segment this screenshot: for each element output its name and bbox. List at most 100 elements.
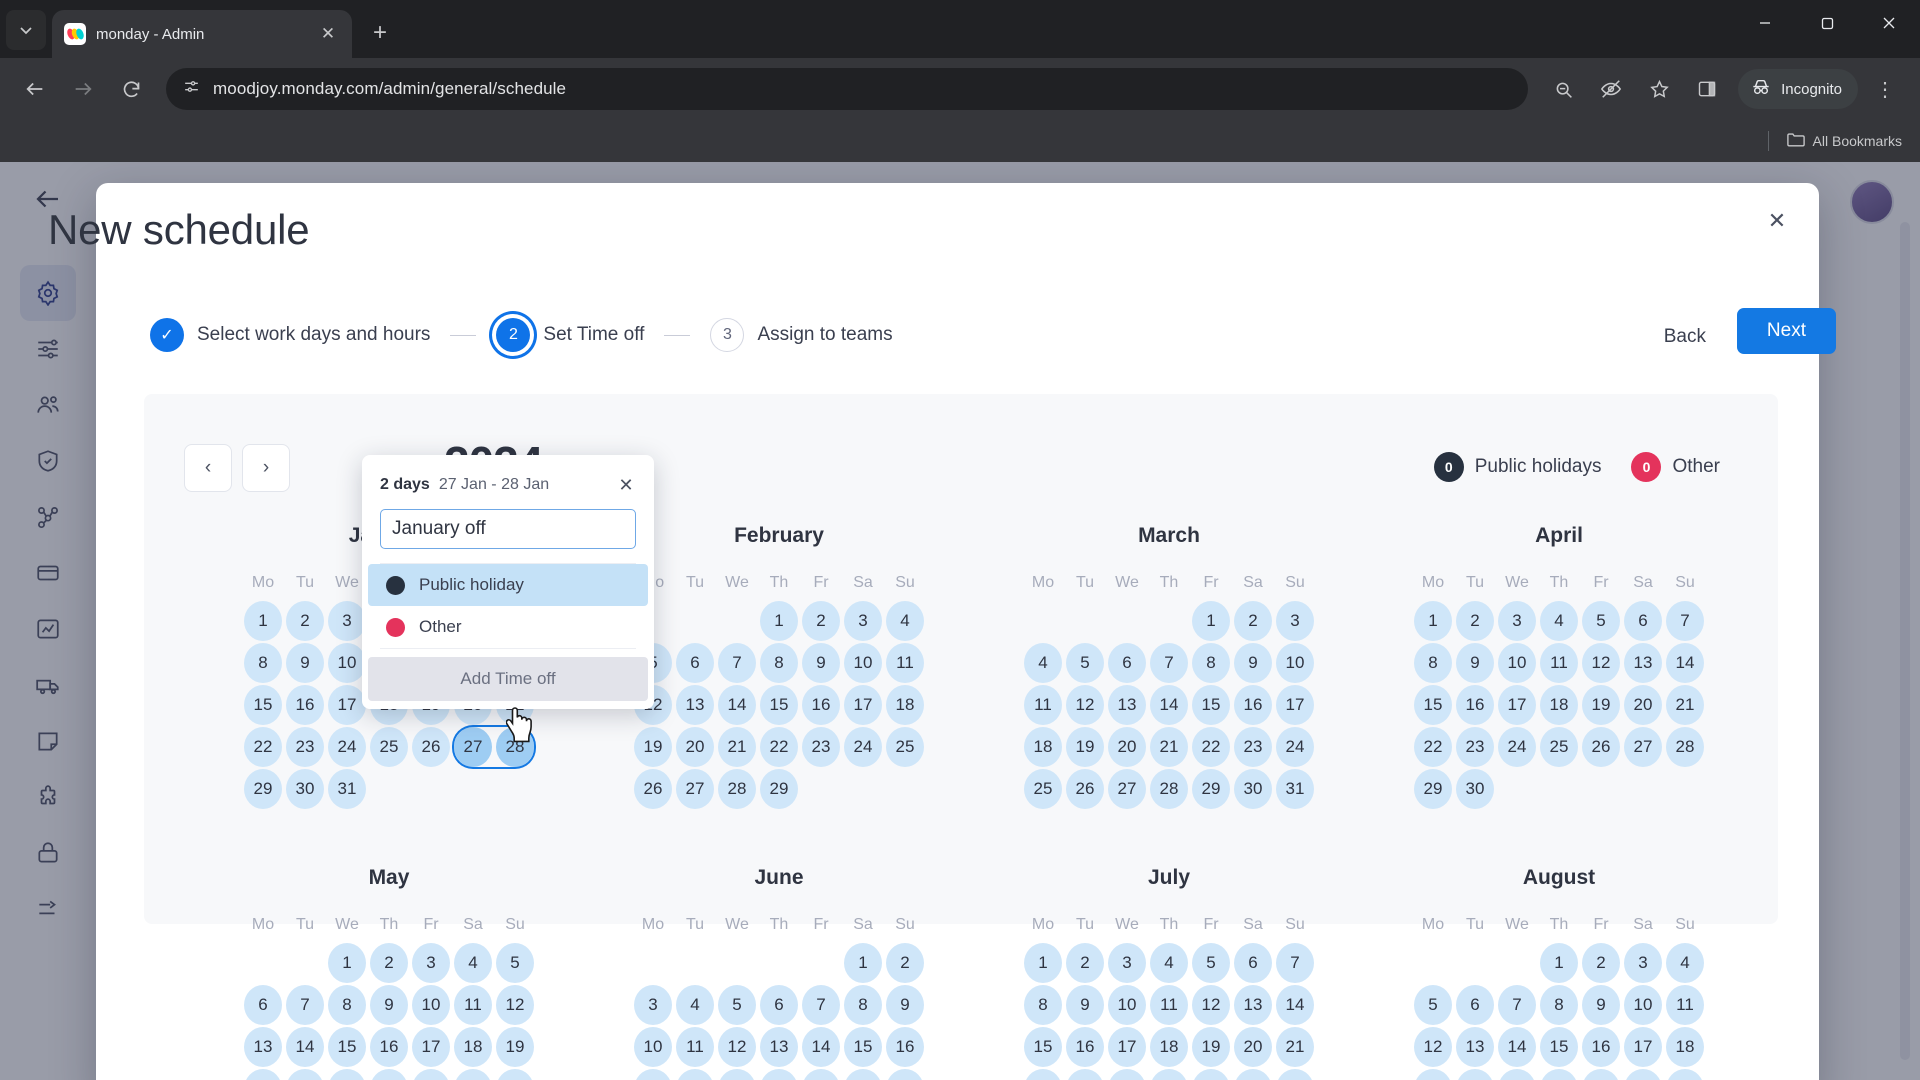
- day-cell[interactable]: 16: [368, 1026, 410, 1068]
- day-cell[interactable]: 1: [758, 600, 800, 642]
- day-cell[interactable]: 2: [284, 600, 326, 642]
- day-cell[interactable]: 30: [284, 768, 326, 810]
- day-cell[interactable]: 5: [1412, 984, 1454, 1026]
- day-cell[interactable]: 23: [1580, 1068, 1622, 1080]
- day-cell[interactable]: 18: [1022, 726, 1064, 768]
- day-cell[interactable]: 18: [452, 1026, 494, 1068]
- day-cell[interactable]: 13: [1454, 1026, 1496, 1068]
- day-cell[interactable]: 17: [1106, 1026, 1148, 1068]
- day-cell[interactable]: 5: [1580, 600, 1622, 642]
- day-cell[interactable]: 28: [716, 768, 758, 810]
- day-cell[interactable]: 15: [326, 1026, 368, 1068]
- day-cell[interactable]: 11: [674, 1026, 716, 1068]
- day-cell[interactable]: 7: [284, 984, 326, 1026]
- day-cell[interactable]: 27: [1106, 768, 1148, 810]
- day-cell[interactable]: 14: [1274, 984, 1316, 1026]
- minimize-button[interactable]: [1734, 0, 1796, 46]
- day-cell[interactable]: 1: [1538, 942, 1580, 984]
- day-cell[interactable]: 16: [1232, 684, 1274, 726]
- day-cell[interactable]: 8: [326, 984, 368, 1026]
- day-cell[interactable]: 25: [1664, 1068, 1706, 1080]
- day-cell[interactable]: 5: [1190, 942, 1232, 984]
- back-button[interactable]: [14, 68, 56, 110]
- day-cell[interactable]: 24: [1496, 726, 1538, 768]
- day-cell[interactable]: 10: [410, 984, 452, 1026]
- day-cell[interactable]: 13: [758, 1026, 800, 1068]
- day-cell[interactable]: 14: [1664, 642, 1706, 684]
- day-cell[interactable]: 7: [1496, 984, 1538, 1026]
- day-cell[interactable]: 16: [884, 1026, 926, 1068]
- day-cell[interactable]: 22: [1412, 726, 1454, 768]
- day-cell[interactable]: 11: [884, 642, 926, 684]
- close-icon[interactable]: ✕: [316, 22, 340, 46]
- day-cell[interactable]: 26: [1580, 726, 1622, 768]
- day-cell[interactable]: 3: [1106, 942, 1148, 984]
- day-cell[interactable]: 1: [1190, 600, 1232, 642]
- close-window-button[interactable]: [1858, 0, 1920, 46]
- add-time-off-button[interactable]: Add Time off: [368, 657, 648, 701]
- day-cell[interactable]: 31: [326, 768, 368, 810]
- day-cell[interactable]: 22: [242, 726, 284, 768]
- day-cell[interactable]: 20: [674, 726, 716, 768]
- time-off-name-input[interactable]: [380, 509, 636, 549]
- day-cell[interactable]: 4: [674, 984, 716, 1026]
- day-cell[interactable]: 18: [884, 684, 926, 726]
- day-cell[interactable]: 8: [1538, 984, 1580, 1026]
- browser-menu-icon[interactable]: ⋮: [1864, 68, 1906, 110]
- day-cell[interactable]: 17: [632, 1068, 674, 1080]
- day-cell[interactable]: 6: [758, 984, 800, 1026]
- day-cell[interactable]: 3: [842, 600, 884, 642]
- day-cell[interactable]: 2: [884, 942, 926, 984]
- day-cell[interactable]: 24: [410, 1068, 452, 1080]
- incognito-indicator[interactable]: Incognito: [1738, 69, 1858, 109]
- address-bar[interactable]: moodjoy.monday.com/admin/general/schedul…: [166, 68, 1529, 110]
- day-cell[interactable]: 13: [674, 684, 716, 726]
- day-cell[interactable]: 9: [284, 642, 326, 684]
- day-cell[interactable]: 23: [1064, 1068, 1106, 1080]
- day-cell[interactable]: 19: [1412, 1068, 1454, 1080]
- day-cell[interactable]: 26: [1064, 768, 1106, 810]
- next-year-button[interactable]: ›: [242, 444, 290, 492]
- day-cell[interactable]: 14: [1148, 684, 1190, 726]
- day-cell[interactable]: 8: [242, 642, 284, 684]
- day-cell[interactable]: 10: [1106, 984, 1148, 1026]
- day-cell[interactable]: 25: [1022, 768, 1064, 810]
- zoom-out-icon[interactable]: [1542, 68, 1584, 110]
- star-icon[interactable]: [1638, 68, 1680, 110]
- day-cell[interactable]: 4: [1538, 600, 1580, 642]
- day-cell[interactable]: 12: [1190, 984, 1232, 1026]
- day-cell[interactable]: 25: [452, 1068, 494, 1080]
- day-cell[interactable]: 6: [1622, 600, 1664, 642]
- day-cell[interactable]: 20: [1622, 684, 1664, 726]
- day-cell[interactable]: 12: [1580, 642, 1622, 684]
- day-cell[interactable]: 29: [1412, 768, 1454, 810]
- day-cell[interactable]: 15: [1190, 684, 1232, 726]
- day-cell[interactable]: 31: [1274, 768, 1316, 810]
- day-cell[interactable]: 6: [1106, 642, 1148, 684]
- day-cell[interactable]: 10: [1622, 984, 1664, 1026]
- day-cell[interactable]: 9: [884, 984, 926, 1026]
- day-cell[interactable]: 21: [1274, 1026, 1316, 1068]
- day-cell[interactable]: 20: [1106, 726, 1148, 768]
- day-cell[interactable]: 26: [410, 726, 452, 768]
- day-cell[interactable]: 13: [1232, 984, 1274, 1026]
- day-cell[interactable]: 9: [1454, 642, 1496, 684]
- eye-off-icon[interactable]: [1590, 68, 1632, 110]
- day-cell[interactable]: 7: [1274, 942, 1316, 984]
- day-cell[interactable]: 27: [1622, 726, 1664, 768]
- day-cell[interactable]: 7: [1148, 642, 1190, 684]
- day-cell[interactable]: 15: [1412, 684, 1454, 726]
- day-cell[interactable]: 20: [1232, 1026, 1274, 1068]
- day-cell[interactable]: 5: [1064, 642, 1106, 684]
- day-cell[interactable]: 27: [452, 725, 494, 769]
- day-cell[interactable]: 19: [1580, 684, 1622, 726]
- back-button[interactable]: Back: [1654, 318, 1716, 356]
- day-cell[interactable]: 18: [674, 1068, 716, 1080]
- option-other[interactable]: Other: [368, 606, 648, 648]
- day-cell[interactable]: 6: [242, 984, 284, 1026]
- day-cell[interactable]: 10: [842, 642, 884, 684]
- day-cell[interactable]: 25: [368, 726, 410, 768]
- day-cell[interactable]: 12: [494, 984, 536, 1026]
- day-cell[interactable]: 9: [1064, 984, 1106, 1026]
- day-cell[interactable]: 10: [632, 1026, 674, 1068]
